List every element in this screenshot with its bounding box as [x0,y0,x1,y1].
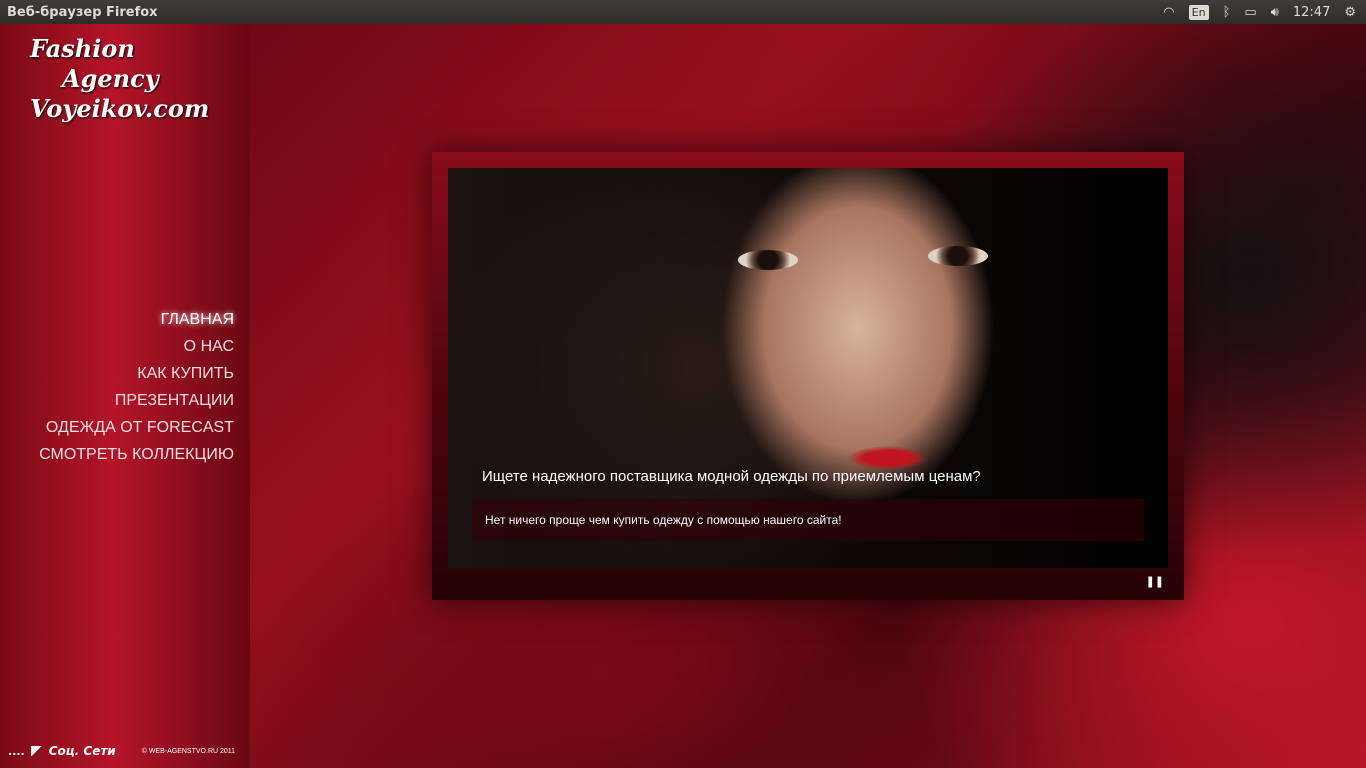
caption-text: Нет ничего проще чем купить одежду с пом… [472,499,1144,541]
nav-view-collection[interactable]: СМОТРЕТЬ КОЛЛЕКЦИЮ [39,441,234,468]
nav-home[interactable]: ГЛАВНАЯ [39,306,234,333]
site-logo[interactable]: Fashion Agency Voyeikov.com [30,34,209,124]
slide-caption: Ищете надежного поставщика модной одежды… [472,468,1144,541]
bluetooth-icon[interactable]: ᛒ [1223,5,1231,20]
eye-right [928,246,988,266]
logo-line: Agency [62,64,159,93]
slider-frame: Ищете надежного поставщика модной одежды… [432,152,1184,600]
power-gear-icon[interactable]: ⚙ [1344,5,1356,20]
web-page: Fashion Agency Voyeikov.com ГЛАВНАЯ О НА… [0,24,1366,768]
logo-line: Fashion [30,34,135,63]
copyright[interactable]: © WEB-AGENSTVO.RU 2011 [142,748,235,755]
clock[interactable]: 12:47 [1293,5,1330,20]
social-flag-icon[interactable] [30,746,43,756]
dots: .... [8,744,25,758]
main-nav: ГЛАВНАЯ О НАС КАК КУПИТЬ ПРЕЗЕНТАЦИИ ОДЕ… [39,306,234,468]
caption-heading: Ищете надежного поставщика модной одежды… [482,468,981,485]
pause-icon[interactable]: ❚❚ [1146,575,1164,588]
volume-icon[interactable]: 🔊︎ [1271,5,1279,20]
sidebar: Fashion Agency Voyeikov.com ГЛАВНАЯ О НА… [0,24,250,768]
window-title: Веб-браузер Firefox [7,4,158,20]
wifi-icon[interactable]: ◠ [1163,5,1174,20]
system-top-bar: Веб-браузер Firefox ◠ En ᛒ ▭ 🔊︎ 12:47 ⚙ [0,0,1366,24]
social-networks-link[interactable]: Соц. Сети [49,744,116,758]
eye-left [738,250,798,270]
nav-about[interactable]: О НАС [39,333,234,360]
nav-presentations[interactable]: ПРЕЗЕНТАЦИИ [39,387,234,414]
logo-line: Voyeikov.com [30,94,210,123]
battery-icon[interactable]: ▭ [1244,5,1256,20]
slide-image: Ищете надежного поставщика модной одежды… [448,168,1168,568]
nav-how-to-buy[interactable]: КАК КУПИТЬ [39,360,234,387]
system-tray: ◠ En ᛒ ▭ 🔊︎ 12:47 ⚙ [1163,4,1366,20]
keyboard-layout-indicator[interactable]: En [1188,4,1209,20]
footer: .... Соц. Сети © WEB-AGENSTVO.RU 2011 [8,744,235,758]
nav-forecast-clothing[interactable]: ОДЕЖДА ОТ FORECAST [39,414,234,441]
